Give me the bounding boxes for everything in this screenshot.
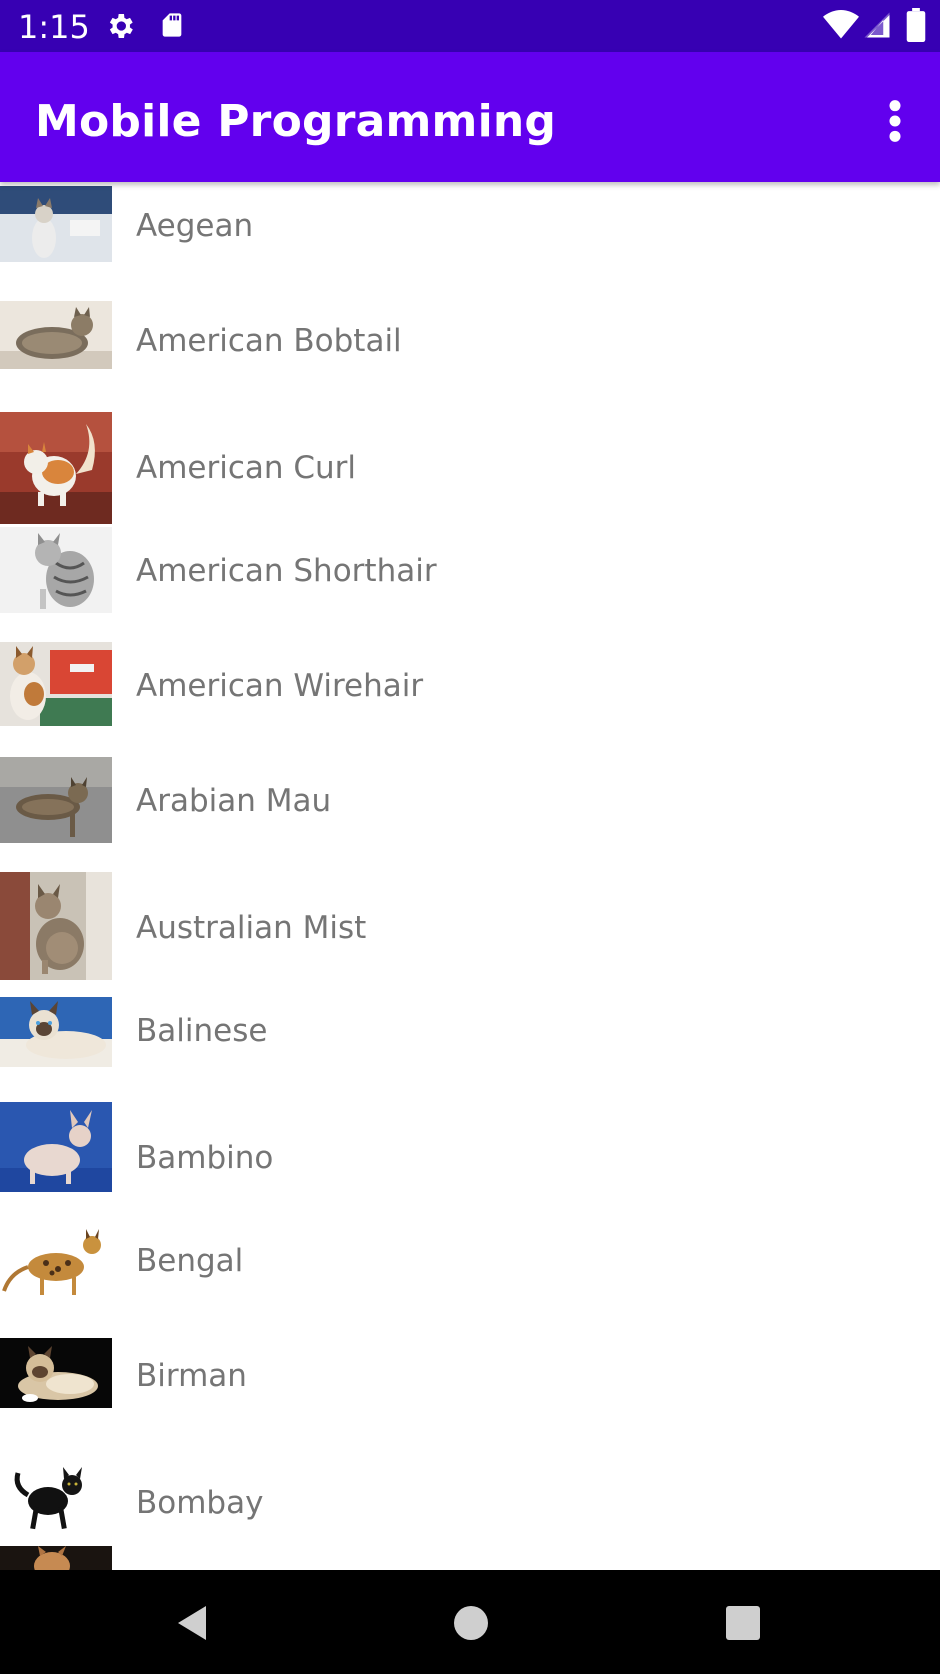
battery-icon [906, 8, 926, 42]
breed-thumbnail [0, 757, 112, 843]
breed-name: American Curl [136, 450, 357, 486]
breed-thumbnail [0, 186, 112, 262]
list-item[interactable]: Australian Mist [0, 872, 940, 987]
breed-thumbnail [0, 872, 112, 980]
sd-card-icon [162, 13, 182, 37]
cell-signal-icon [864, 12, 890, 38]
breed-name: Bengal [136, 1243, 244, 1279]
breed-thumbnail [0, 1338, 112, 1408]
list-item[interactable]: American Wirehair [0, 642, 940, 757]
breed-name: American Bobtail [136, 323, 402, 359]
app-bar: Mobile Programming [0, 52, 940, 182]
list-item[interactable]: Bombay [0, 1447, 940, 1562]
breed-name: Bombay [136, 1485, 264, 1521]
list-item[interactable]: Balinese [0, 987, 940, 1102]
breed-thumbnail [0, 1102, 112, 1192]
breed-name: Birman [136, 1358, 247, 1394]
breed-thumbnail [0, 1221, 112, 1299]
breed-thumbnail [0, 301, 112, 369]
list-item[interactable]: Birman [0, 1332, 940, 1447]
recents-icon[interactable] [718, 1598, 768, 1648]
list-item[interactable]: Bambino [0, 1102, 940, 1217]
breed-name: Aegean [136, 208, 254, 244]
status-time: 1:15 [18, 8, 90, 46]
breed-name: American Wirehair [136, 668, 424, 704]
back-icon[interactable] [170, 1598, 220, 1648]
list-item[interactable]: American Bobtail [0, 297, 940, 412]
breed-list[interactable]: Aegean American Bobtail American Curl Am… [0, 182, 940, 1570]
breed-thumbnail [0, 412, 112, 524]
gear-icon [109, 14, 133, 38]
breed-thumbnail [0, 527, 112, 613]
breed-name: American Shorthair [136, 553, 437, 589]
list-item[interactable]: American Shorthair [0, 527, 940, 642]
list-item[interactable]: Aegean [0, 182, 940, 297]
breed-name: Bambino [136, 1140, 274, 1176]
wifi-icon [823, 10, 859, 39]
breed-name: Arabian Mau [136, 783, 332, 819]
app-title: Mobile Programming [35, 96, 557, 147]
navigation-bar [0, 1570, 940, 1674]
breed-name: Balinese [136, 1013, 268, 1049]
breed-thumbnail [0, 642, 112, 726]
breed-thumbnail [0, 997, 112, 1067]
home-icon[interactable] [446, 1598, 496, 1648]
more-vert-icon[interactable] [880, 98, 910, 144]
list-item[interactable]: Arabian Mau [0, 757, 940, 872]
list-item[interactable]: Bengal [0, 1217, 940, 1332]
breed-thumbnail [0, 1447, 112, 1547]
breed-name: Australian Mist [136, 910, 367, 946]
list-item[interactable] [0, 1546, 940, 1570]
breed-thumbnail [0, 1546, 112, 1570]
list-item[interactable]: American Curl [0, 412, 940, 527]
status-bar: 1:15 [0, 0, 940, 52]
